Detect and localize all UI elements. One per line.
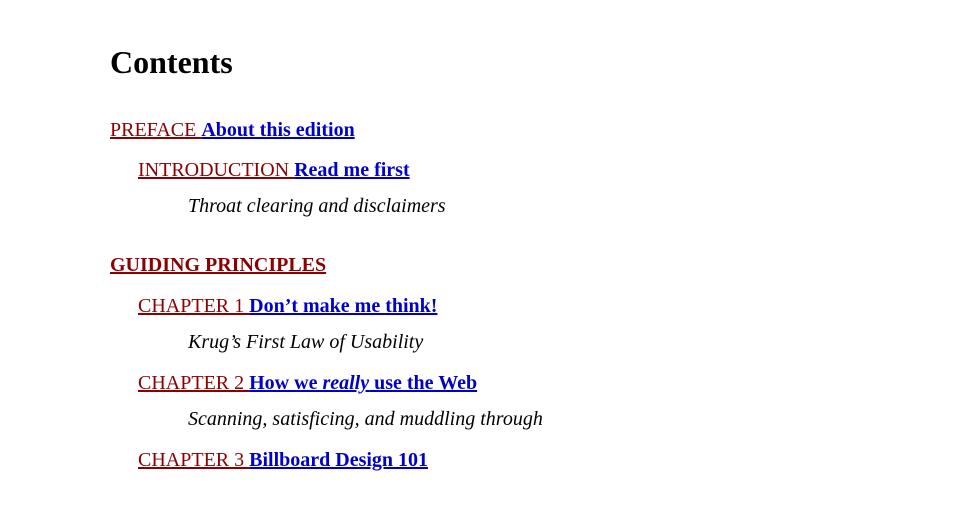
chapter-3-title-link[interactable]: Billboard Design 101 [249,449,428,471]
toc-entry-preface: PREFACE About this edition [110,115,963,145]
introduction-subtitle: Throat clearing and disclaimers [188,195,963,218]
preface-label-link[interactable]: PREFACE [110,119,201,141]
toc-entry-introduction: INTRODUCTION Read me first [138,155,963,185]
chapter-1-subtitle: Krug’s First Law of Usability [188,331,963,354]
chapter-3-label-link[interactable]: CHAPTER 3 [138,449,249,471]
chapter-2-title-link[interactable]: How we really use the Web [249,372,477,394]
introduction-label-link[interactable]: INTRODUCTION [138,159,294,181]
chapter-1-title-link[interactable]: Don’t make me think! [249,295,437,317]
section-guiding-principles-link[interactable]: GUIDING PRINCIPLES [110,254,326,277]
toc-entry-chapter-3: CHAPTER 3 Billboard Design 101 [138,445,963,475]
preface-title-link[interactable]: About this edition [201,119,354,141]
chapter-2-label-link[interactable]: CHAPTER 2 [138,372,249,394]
chapter-2-subtitle: Scanning, satisficing, and muddling thro… [188,408,963,431]
toc-entry-chapter-2: CHAPTER 2 How we really use the Web [138,368,963,398]
chapter-2-title-pre: How we [249,372,322,394]
chapter-2-title-post: use the Web [369,372,477,394]
chapter-1-label-link[interactable]: CHAPTER 1 [138,295,249,317]
page-title: Contents [110,44,963,81]
page-container: Contents PREFACE About this edition INTR… [0,0,963,528]
toc-entry-chapter-1: CHAPTER 1 Don’t make me think! [138,291,963,321]
introduction-title-link[interactable]: Read me first [294,159,410,181]
chapter-2-title-em: really [322,372,369,394]
